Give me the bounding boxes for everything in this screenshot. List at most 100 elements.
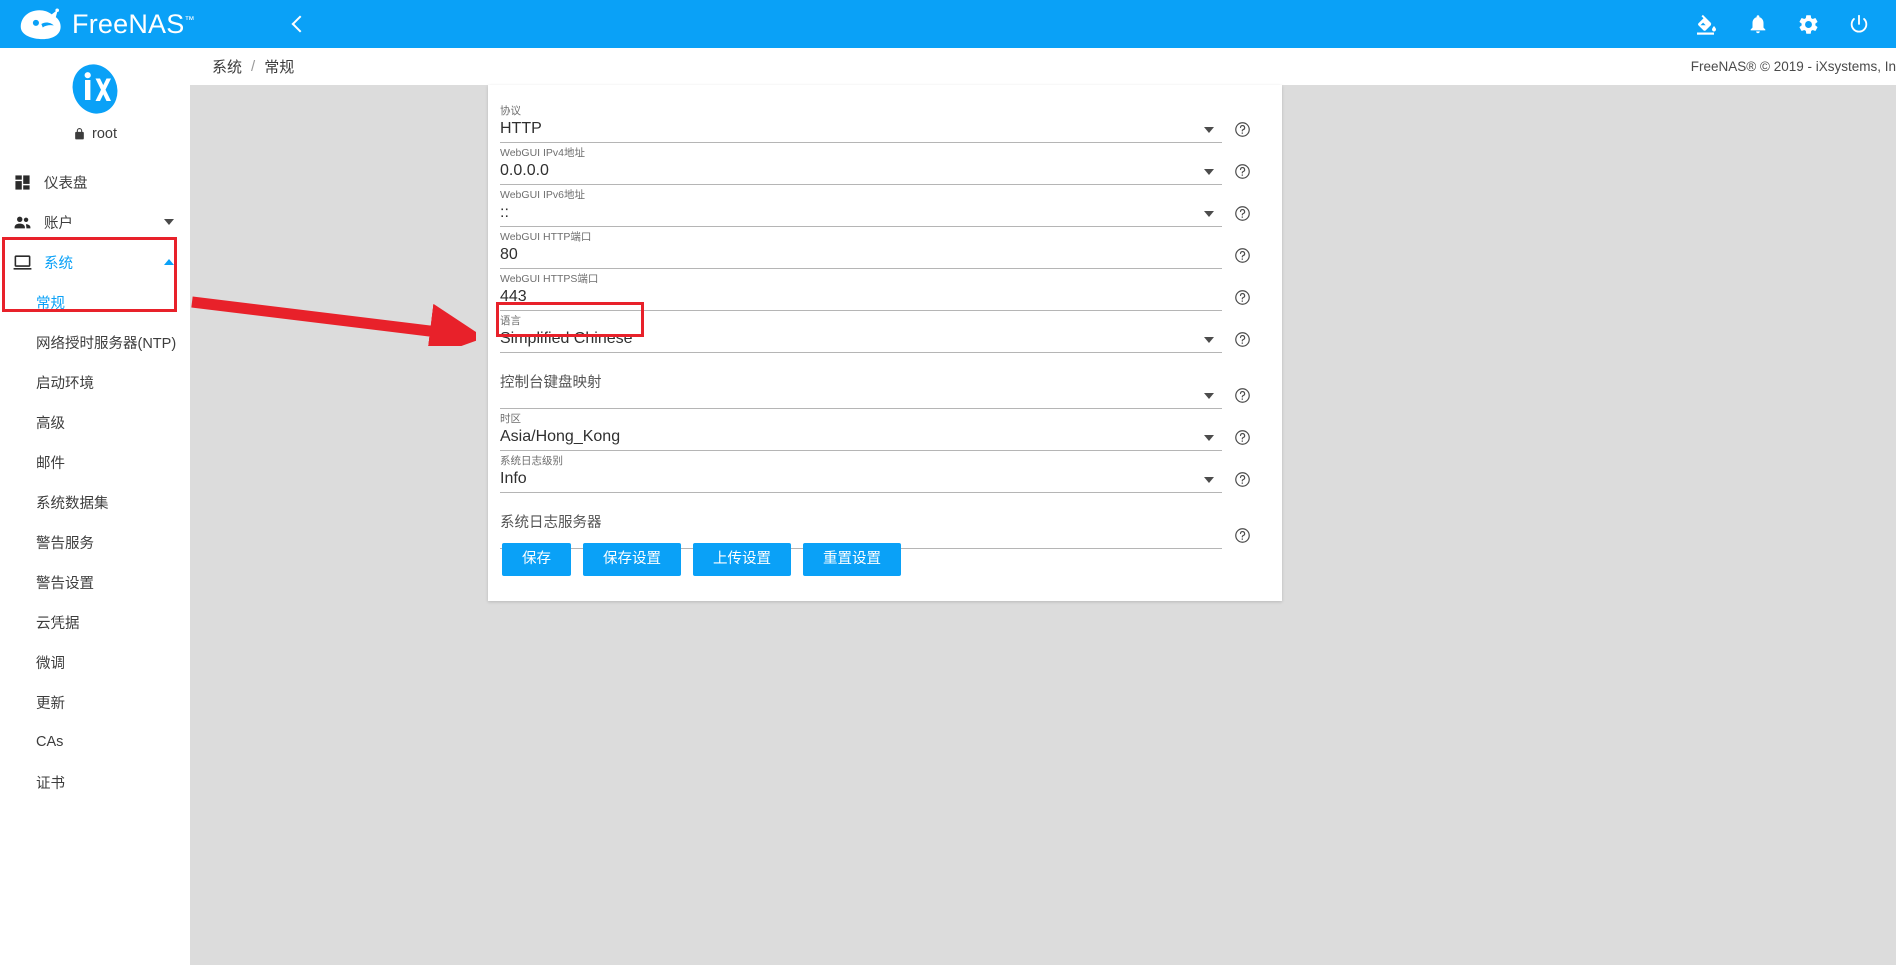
sidebar-item-dashboard[interactable]: 仪表盘: [0, 162, 190, 202]
sidebar: root 仪表盘 账户 系统 常规 网络授时服务器(NTP) 启动环境 高级 邮…: [0, 48, 190, 965]
chevron-down-icon[interactable]: [1204, 393, 1214, 399]
notifications-bell-icon[interactable]: [1747, 13, 1769, 35]
sidebar-subitem-label: 微调: [36, 655, 65, 672]
chevron-down-icon[interactable]: [1204, 477, 1214, 483]
http-port-input[interactable]: WebGUI HTTP端口 80: [500, 227, 1222, 269]
sidebar-item-system[interactable]: 系统: [0, 242, 190, 282]
chevron-down-icon[interactable]: [1204, 435, 1214, 441]
sidebar-subitem-cas[interactable]: CAs: [0, 722, 190, 762]
field-label: 协议: [500, 105, 521, 117]
field-value: Asia/Hong_Kong: [500, 428, 621, 445]
breadcrumb-item-system[interactable]: 系统: [212, 56, 242, 77]
breadcrumb-item-general[interactable]: 常规: [264, 56, 294, 77]
webgui-ipv4-select[interactable]: WebGUI IPv4地址 0.0.0.0: [500, 143, 1222, 185]
chevron-down-icon[interactable]: [1204, 337, 1214, 343]
help-icon[interactable]: [1222, 247, 1262, 269]
menu-icon[interactable]: [242, 18, 264, 29]
help-icon[interactable]: [1222, 527, 1262, 549]
topbar-right-icons: [1695, 12, 1896, 36]
form-field-language[interactable]: 语言 Simplified Chinese: [500, 311, 1262, 353]
sidebar-subitem-label: 邮件: [36, 455, 65, 472]
sidebar-subitem-update[interactable]: 更新: [0, 682, 190, 722]
user-row[interactable]: root: [0, 126, 190, 142]
sidebar-subitem-alert-settings[interactable]: 警告设置: [0, 562, 190, 602]
chevron-down-icon[interactable]: [164, 219, 174, 225]
form-spacer: [500, 353, 1262, 367]
breadcrumb-bar: 系统 / 常规 FreeNAS® © 2019 - iXsystems, In: [190, 48, 1896, 85]
sidebar-item-accounts[interactable]: 账户: [0, 202, 190, 242]
https-port-input[interactable]: WebGUI HTTPS端口 443: [500, 269, 1222, 311]
sidebar-subitem-label: 云凭据: [36, 615, 80, 632]
sidebar-nav: 仪表盘 账户 系统 常规 网络授时服务器(NTP) 启动环境 高级 邮件 系统数…: [0, 162, 190, 802]
content-area: 协议 HTTP WebGUI IPv4地址 0.0.0.0 WebGUI IPv…: [190, 85, 1896, 965]
dashboard-icon: [8, 174, 36, 191]
field-label: 语言: [500, 315, 521, 327]
sidebar-subitem-label: 更新: [36, 695, 65, 712]
help-icon[interactable]: [1222, 121, 1262, 143]
sidebar-subitem-label: 启动环境: [36, 375, 94, 392]
upload-config-button[interactable]: 上传设置: [693, 542, 791, 576]
power-icon[interactable]: [1848, 13, 1870, 35]
sidebar-subitem-label: CAs: [36, 734, 64, 750]
sidebar-subitem-general[interactable]: 常规: [0, 282, 190, 322]
form-field-webgui-ipv6[interactable]: WebGUI IPv6地址 ::: [500, 185, 1262, 227]
chevron-down-icon[interactable]: [1204, 211, 1214, 217]
save-config-button[interactable]: 保存设置: [583, 542, 681, 576]
chevron-down-icon[interactable]: [1204, 169, 1214, 175]
help-icon[interactable]: [1222, 163, 1262, 185]
settings-gear-icon[interactable]: [1797, 13, 1820, 36]
help-icon[interactable]: [1222, 471, 1262, 493]
sidebar-subitem-cloud-credentials[interactable]: 云凭据: [0, 602, 190, 642]
protocol-select[interactable]: 协议 HTTP: [500, 101, 1222, 143]
syslog-level-select[interactable]: 系统日志级别 Info: [500, 451, 1222, 493]
username-label: root: [92, 126, 117, 142]
sidebar-subitem-tunables[interactable]: 微调: [0, 642, 190, 682]
help-icon[interactable]: [1222, 387, 1262, 409]
sidebar-subitem-label: 证书: [36, 775, 65, 792]
form-field-timezone[interactable]: 时区 Asia/Hong_Kong: [500, 409, 1262, 451]
field-value: 80: [500, 246, 518, 263]
form-spacer: [500, 493, 1262, 507]
theme-picker-icon[interactable]: [1695, 12, 1719, 36]
collapse-icon[interactable]: [286, 15, 309, 33]
chevron-down-icon[interactable]: [1204, 127, 1214, 133]
field-value: HTTP: [500, 120, 542, 137]
chevron-up-icon[interactable]: [164, 259, 174, 265]
help-icon[interactable]: [1222, 429, 1262, 451]
sidebar-item-label: 账户: [44, 215, 73, 232]
form-field-https-port[interactable]: WebGUI HTTPS端口 443: [500, 269, 1262, 311]
general-settings-form: 协议 HTTP WebGUI IPv4地址 0.0.0.0 WebGUI IPv…: [488, 85, 1282, 549]
sidebar-subitem-email[interactable]: 邮件: [0, 442, 190, 482]
ixsystems-logo-icon: [72, 64, 118, 114]
sidebar-subitem-boot-env[interactable]: 启动环境: [0, 362, 190, 402]
form-field-protocol[interactable]: 协议 HTTP: [500, 101, 1262, 143]
form-field-webgui-ipv4[interactable]: WebGUI IPv4地址 0.0.0.0: [500, 143, 1262, 185]
save-button[interactable]: 保存: [502, 542, 571, 576]
sidebar-subitem-alert-services[interactable]: 警告服务: [0, 522, 190, 562]
sidebar-subitem-system-dataset[interactable]: 系统数据集: [0, 482, 190, 522]
sidebar-subitem-label: 系统数据集: [36, 495, 109, 512]
form-field-syslog-level[interactable]: 系统日志级别 Info: [500, 451, 1262, 493]
sidebar-subitem-label: 网络授时服务器(NTP): [36, 335, 177, 352]
sidebar-subitem-ntp[interactable]: 网络授时服务器(NTP): [0, 322, 190, 362]
field-value: Simplified Chinese: [500, 330, 633, 347]
console-keymap-select[interactable]: 控制台键盘映射: [500, 367, 1222, 409]
webgui-ipv6-select[interactable]: WebGUI IPv6地址 ::: [500, 185, 1222, 227]
brand[interactable]: FreeNAS™: [0, 0, 230, 48]
reset-config-button[interactable]: 重置设置: [803, 542, 901, 576]
timezone-select[interactable]: 时区 Asia/Hong_Kong: [500, 409, 1222, 451]
sidebar-subitem-certificates[interactable]: 证书: [0, 762, 190, 802]
field-label: WebGUI HTTP端口: [500, 231, 592, 243]
trademark-mark: ™: [184, 14, 195, 26]
help-icon[interactable]: [1222, 205, 1262, 227]
breadcrumb-separator: /: [251, 58, 256, 75]
sidebar-subitem-label: 高级: [36, 415, 65, 432]
form-field-http-port[interactable]: WebGUI HTTP端口 80: [500, 227, 1262, 269]
help-icon[interactable]: [1222, 331, 1262, 353]
language-select[interactable]: 语言 Simplified Chinese: [500, 311, 1222, 353]
help-icon[interactable]: [1222, 289, 1262, 311]
breadcrumb: 系统 / 常规: [212, 56, 294, 77]
sidebar-subitem-advanced[interactable]: 高级: [0, 402, 190, 442]
freenas-fish-logo-icon: [20, 8, 61, 40]
form-field-console-keymap[interactable]: 控制台键盘映射: [500, 367, 1262, 409]
